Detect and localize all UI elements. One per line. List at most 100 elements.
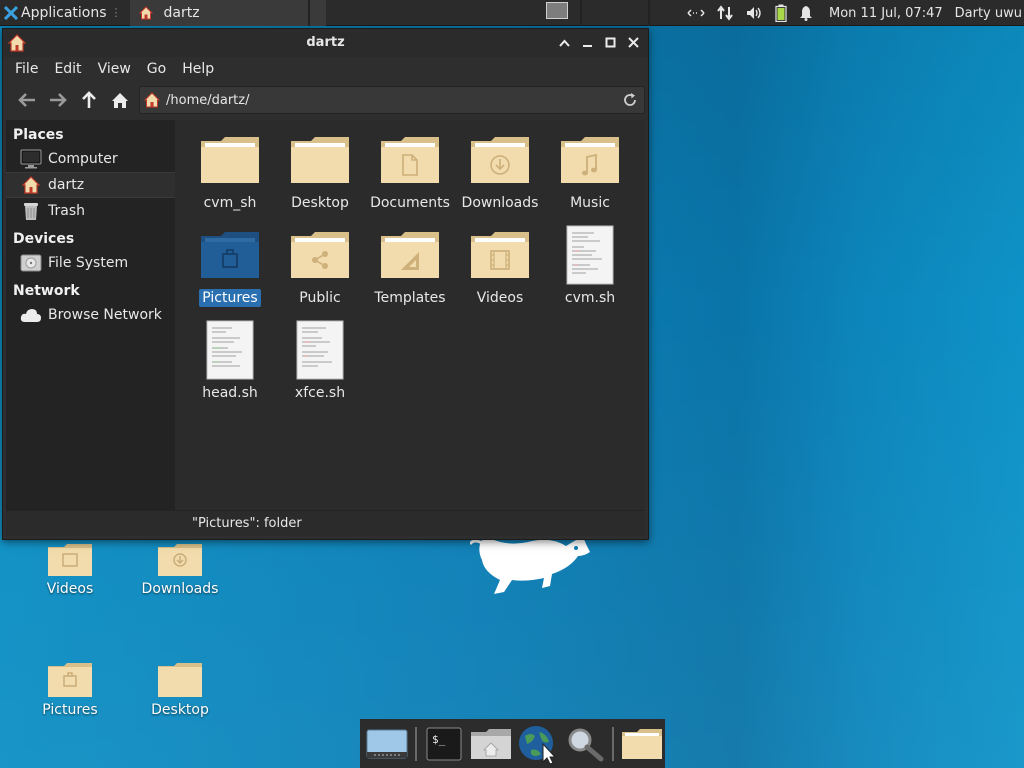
menu-view[interactable]: View [90,61,139,77]
file-item-downloads[interactable]: Downloads [455,130,545,225]
file-label: cvm.sh [564,290,616,306]
transfer-icon[interactable] [717,5,733,21]
file-item-music[interactable]: Music [545,130,635,225]
battery-icon[interactable] [775,4,787,22]
notification-bell-icon[interactable] [799,5,813,21]
menu-edit[interactable]: Edit [46,61,89,77]
file-label: Pictures [199,289,261,307]
show-desktop-icon [366,729,408,758]
file-label: Downloads [461,195,539,211]
dock-show-desktop[interactable] [364,722,411,766]
taskbar-window-button[interactable]: dartz [129,0,326,26]
status-bar: "Pictures": folder [6,510,645,536]
location-bar[interactable]: /home/dartz/ [139,86,645,114]
system-tray: Mon 11 Jul, 07:47 Darty uwu [681,0,1024,26]
arrow-right-icon [49,93,67,107]
location-path: /home/dartz/ [166,92,250,108]
file-label: Music [570,195,610,211]
top-panel: Applications ⋮ dartz Mon 11 Jul, 07:47 D… [0,0,1024,26]
file-label: Desktop [291,195,349,211]
file-label: cvm_sh [203,195,257,211]
file-item-templates[interactable]: Templates [365,225,455,320]
file-view[interactable]: cvm_sh Desktop Documents Downloads Music [175,120,645,510]
minimize-button[interactable] [579,34,596,51]
clock[interactable]: Mon 11 Jul, 07:47 [829,6,943,21]
sidebar-item-browse-network[interactable]: Browse Network [6,302,175,328]
desktop-icon-desktop[interactable]: Desktop [130,662,230,718]
home-folder-icon [471,728,512,759]
file-item-xfce-sh[interactable]: xfce.sh [275,320,365,415]
sidebar-item-file-system[interactable]: File System [6,250,175,276]
file-item-cvm-sh[interactable]: cvm.sh [545,225,635,320]
folder-icon [291,137,349,183]
file-item-head-sh[interactable]: head.sh [185,320,275,415]
arrow-up-icon [81,91,96,108]
shell-script-icon [566,225,614,285]
up-button[interactable] [73,86,104,114]
home-button[interactable] [104,86,135,114]
dock-separator [414,726,417,761]
dock-web-browser[interactable] [514,722,561,766]
desktop-icon-label: Pictures [42,702,98,718]
close-icon [628,37,639,48]
file-item-cvm-sh-folder[interactable]: cvm_sh [185,130,275,225]
panel-separator [580,0,582,26]
desktop-icon-downloads[interactable]: Downloads [130,543,230,597]
dock-separator [612,726,615,761]
forward-button[interactable] [42,86,73,114]
file-label: Public [299,290,341,306]
pictures-folder-icon [48,663,92,697]
taskbar-window-title: dartz [163,4,200,21]
folder-icon [621,728,662,759]
file-item-documents[interactable]: Documents [365,130,455,225]
desktop-icon-videos[interactable]: Videos [20,543,120,597]
status-text: "Pictures": folder [192,516,302,531]
handle-icon: ⋮ [110,6,122,19]
dock-terminal[interactable]: $_ [421,722,468,766]
sidebar-item-label: dartz [48,177,85,193]
window-titlebar[interactable]: dartz [3,29,648,57]
window-content: Places Computer dartz Trash Devices File [6,120,645,510]
sidebar-item-dartz[interactable]: dartz [6,172,175,198]
applications-menu[interactable]: Applications ⋮ [0,0,126,26]
back-button[interactable] [11,86,42,114]
desktop-icon-label: Videos [46,581,94,597]
downloads-folder-icon [471,137,529,183]
shell-script-icon [296,320,344,380]
file-label: Videos [476,290,524,306]
user-menu[interactable]: Darty uwu [955,6,1022,21]
file-item-public[interactable]: Public [275,225,365,320]
sidebar-item-computer[interactable]: Computer [6,146,175,172]
places-header: Places [13,127,64,143]
maximize-button[interactable] [602,34,619,51]
menu-go[interactable]: Go [139,61,174,77]
web-browser-globe-icon [518,725,557,764]
desktop-icon-pictures[interactable]: Pictures [20,662,120,718]
arrow-left-icon [17,93,35,107]
file-item-videos[interactable]: Videos [455,225,545,320]
dock-search[interactable] [561,722,608,766]
dock-file-manager[interactable] [618,722,665,766]
shade-button[interactable] [556,34,573,51]
trash-icon [20,200,42,222]
network-arrows-icon[interactable] [687,7,705,19]
dock-home-folder[interactable] [468,722,515,766]
volume-icon[interactable] [745,5,763,21]
file-item-desktop[interactable]: Desktop [275,130,365,225]
file-label: xfce.sh [294,385,346,401]
folder-icon [201,137,259,183]
sidebar-item-trash[interactable]: Trash [6,198,175,224]
workspace-switcher[interactable] [546,2,568,19]
home-icon [138,5,153,19]
file-item-pictures[interactable]: Pictures [185,225,275,320]
reload-icon[interactable] [622,92,638,108]
videos-folder-icon [48,544,92,576]
computer-icon [20,148,42,170]
toolbar: /home/dartz/ [3,81,648,119]
close-button[interactable] [625,34,642,51]
sidebar-item-label: Browse Network [48,307,162,323]
templates-folder-icon [381,232,439,278]
menu-file[interactable]: File [7,61,46,77]
downloads-folder-icon [158,544,202,576]
menu-help[interactable]: Help [174,61,222,77]
